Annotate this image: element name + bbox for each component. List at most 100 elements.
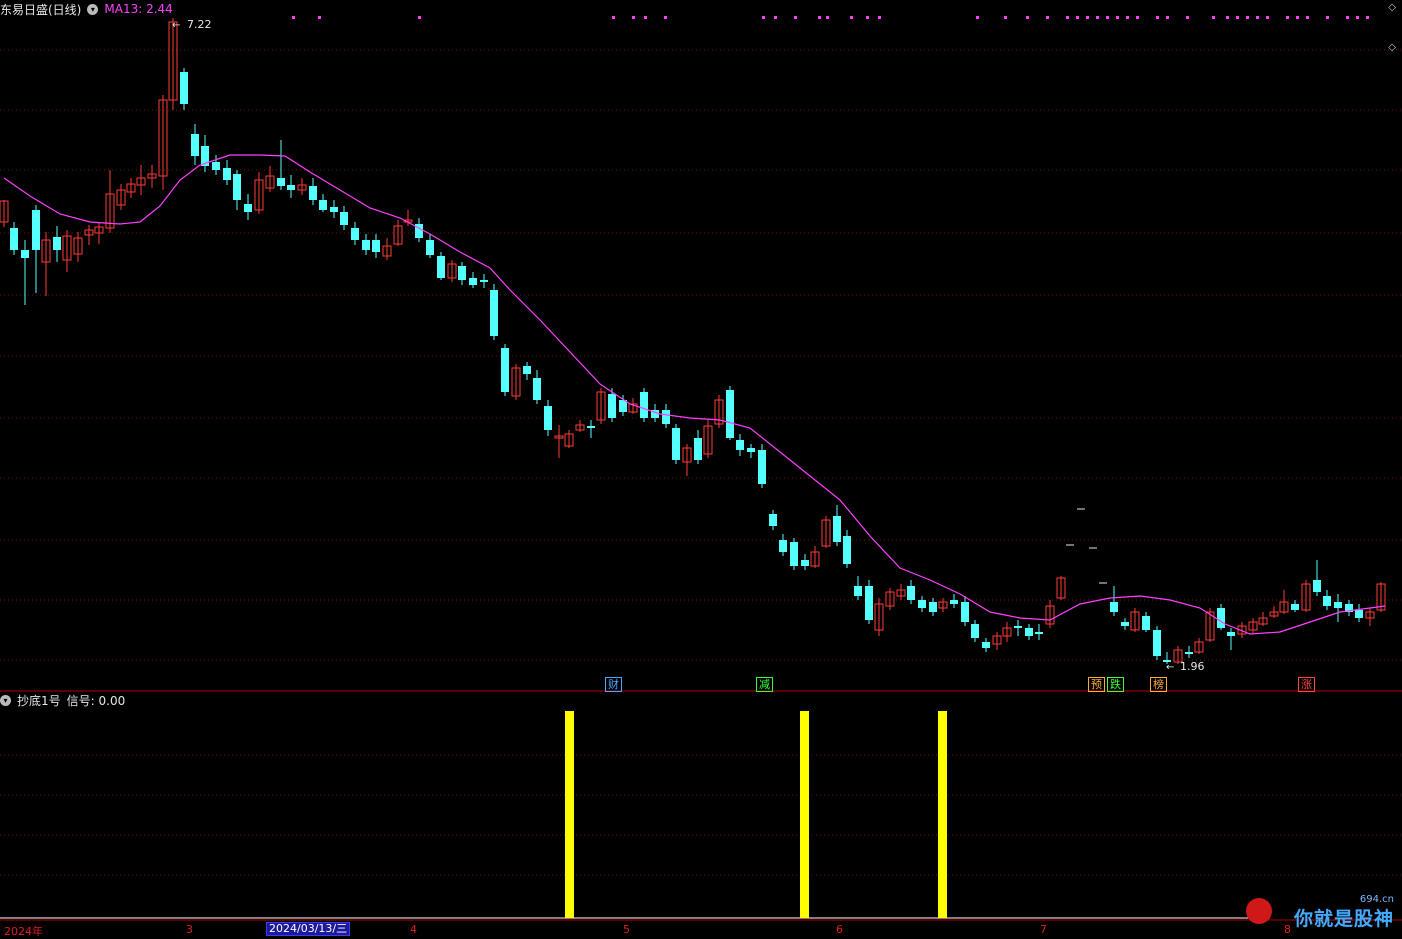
ma13-line [3,154,1386,635]
top-dot [774,16,777,19]
candle-body [1142,616,1150,630]
candle-body [662,410,670,424]
candle-body [533,378,541,400]
candle-body [747,448,755,452]
x-axis-year: 2024年 [4,925,43,938]
signal-bar [800,711,809,918]
top-dot [1166,16,1169,19]
signal-value: 信号: 0.00 [66,694,126,708]
event-marker-cai[interactable]: 财 [605,677,622,692]
top-dot [292,16,295,19]
candle-body [736,440,744,450]
candle-body [1153,630,1161,656]
top-dot [644,16,647,19]
logo-icon [1246,898,1272,924]
event-marker-zhang[interactable]: 涨 [1298,677,1315,692]
candle-body [779,540,787,552]
top-dot [794,16,797,19]
high-price-label: 7.22 [187,18,212,31]
candle-body [287,185,295,190]
candle-body [918,600,926,608]
top-dot [1226,16,1229,19]
candle-body [233,174,241,200]
top-dot [1212,16,1215,19]
diamond-icon[interactable]: ◇ [1388,42,1396,53]
candle-body [223,168,231,180]
top-dot [1106,16,1109,19]
candle-body [865,586,873,620]
candle-body [523,366,531,374]
candle-body [351,228,359,240]
signal-bar [938,711,947,918]
top-dot [1246,16,1249,19]
top-dot [1236,16,1239,19]
candle-body [1110,602,1118,612]
top-dot [1256,16,1259,19]
ma13-label: MA13: 2.44 [104,2,173,16]
candle-body [961,602,969,622]
event-marker-bang[interactable]: 榜 [1150,677,1167,692]
candle-body [907,586,915,600]
candle-body [672,428,680,460]
top-dot [1286,16,1289,19]
signal-bar [565,711,574,918]
chart-canvas: ←← [0,16,1402,921]
event-marker-yu[interactable]: 预 [1088,677,1105,692]
candle-body [180,72,188,104]
x-axis-month: 5 [623,923,630,936]
top-dot [866,16,869,19]
candle-body [191,134,199,156]
candle-body [21,250,29,258]
candle-body [1025,628,1033,636]
chevron-down-icon[interactable]: ▾ [0,695,11,706]
candle-body [982,642,990,648]
candle-body [929,602,937,612]
cursor-date-box: 2024/03/13/三 [266,922,351,936]
candle-body [32,210,40,250]
stock-title[interactable]: 东易日盛(日线) [0,1,81,18]
top-dot [1356,16,1359,19]
chart-header: 东易日盛(日线) ▾ MA13: 2.44 [0,0,173,18]
candle-body [544,406,552,430]
x-axis-month: 3 [186,923,193,936]
candle-body [362,240,370,250]
candle-body [340,212,348,225]
top-dot [878,16,881,19]
candle-body [1035,632,1043,634]
candle-body [801,560,809,566]
candle-body [758,450,766,484]
candle-body [587,426,595,428]
top-dot [1004,16,1007,19]
top-dot [632,16,635,19]
watermark-logo: 694.cn 你就是股神 [1246,894,1396,934]
candle-body [971,624,979,638]
watermark-text: 你就是股神 [1293,908,1394,930]
top-dot [976,16,979,19]
candle-body [1217,608,1225,628]
top-dot [1366,16,1369,19]
candle-body [277,178,285,186]
event-marker-die[interactable]: 跌 [1107,677,1124,692]
top-dot [1346,16,1349,19]
candle-body [426,240,434,255]
top-dot [1086,16,1089,19]
candle-body [319,200,327,210]
candle-body [501,348,509,392]
diamond-icon[interactable]: ◇ [1388,2,1396,13]
candle-body [1334,602,1342,608]
chevron-down-icon[interactable]: ▾ [87,3,99,15]
top-dot [612,16,615,19]
top-dot [1326,16,1329,19]
event-marker-jian[interactable]: 减 [756,677,773,692]
candle-body [1227,632,1235,636]
top-dot [1066,16,1069,19]
x-axis-month: 6 [836,923,843,936]
top-dot [1116,16,1119,19]
top-dot [1096,16,1099,19]
candle-body [1121,622,1129,626]
candle-body [1323,596,1331,606]
x-axis-month: 7 [1040,923,1047,936]
indicator-title[interactable]: 抄底1号 [17,692,61,709]
candle-body [833,516,841,542]
candle-body [1014,626,1022,628]
